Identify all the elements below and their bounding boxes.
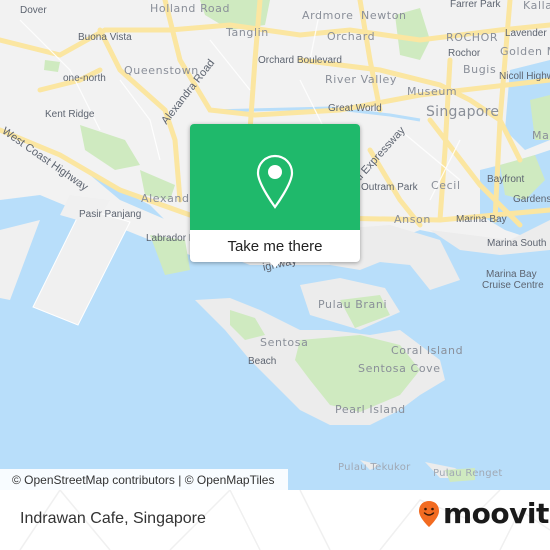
map-label-lavender: Lavender	[505, 28, 547, 39]
map-view[interactable]: Dover Holland Road Buona Vista Tanglin Q…	[0, 0, 550, 490]
map-label-one-north: one-north	[63, 73, 106, 84]
map-label-sentosa: Sentosa	[260, 336, 309, 349]
popup-header[interactable]	[190, 124, 360, 230]
map-label-marina-bay-cruise-1: Marina Bay	[486, 269, 537, 280]
map-label-rochor-district: ROCHOR	[446, 31, 499, 44]
moovit-wordmark: moovit	[443, 497, 549, 530]
map-label-labrador: Labrador P	[146, 233, 196, 244]
map-label-marina-south-pier: Marina South Pi	[487, 238, 550, 249]
map-label-newton: Newton	[361, 9, 407, 22]
map-label-river-valley: River Valley	[325, 73, 397, 86]
footer: Indrawan Cafe, Singapore moovit	[0, 490, 550, 550]
map-label-museum: Museum	[407, 85, 458, 98]
map-label-beach: Beach	[248, 356, 277, 367]
map-label-pearl-island: Pearl Island	[335, 403, 406, 416]
take-me-there-button[interactable]: Take me there	[190, 230, 360, 262]
map-label-anson: Anson	[394, 213, 431, 226]
map-label-ardmore: Ardmore	[302, 9, 354, 22]
map-label-outram-park: Outram Park	[361, 182, 418, 193]
map-label-marina-bay: Marina Bay	[456, 214, 507, 225]
map-label-singapore: Singapore	[426, 104, 500, 120]
map-label-tanglin: Tanglin	[226, 26, 269, 39]
map-label-orchard-boulevard: Orchard Boulevard	[258, 55, 342, 66]
map-label-pasir-panjang: Pasir Panjang	[79, 209, 142, 220]
map-label-marina: Mar	[532, 129, 550, 142]
map-label-dover: Dover	[20, 5, 47, 16]
moovit-logo[interactable]: moovit	[418, 500, 549, 528]
map-label-buona-vista: Buona Vista	[78, 32, 132, 43]
map-label-nicoll-highway: Nicoll Highw	[499, 71, 550, 82]
map-label-marina-bay-cruise-2: Cruise Centre	[482, 280, 544, 291]
map-label-rochor: Rochor	[448, 48, 481, 59]
popup-pointer	[268, 260, 282, 268]
map-label-coral-island: Coral Island	[391, 344, 464, 357]
moovit-pin-smile-icon	[419, 501, 439, 527]
map-label-gardens: Gardens	[513, 194, 550, 205]
place-name: Indrawan Cafe, Singapore	[20, 510, 206, 527]
map-label-pulau-tekukor: Pulau Tekukor	[338, 462, 411, 473]
map-label-kent-ridge: Kent Ridge	[45, 109, 95, 120]
map-pin-icon	[256, 154, 294, 209]
map-label-cecil: Cecil	[431, 179, 461, 192]
map-label-great-world: Great World	[328, 103, 382, 114]
map-label-golden-mile: Golden M	[500, 45, 550, 58]
map-label-farrer-park: Farrer Park	[450, 0, 501, 10]
map-label-orchard: Orchard	[327, 30, 376, 43]
map-label-pulau-brani: Pulau Brani	[318, 298, 388, 311]
map-label-kallang: Kalla	[523, 0, 550, 12]
map-label-pulau-renget: Pulau Renget	[433, 468, 503, 479]
map-attribution[interactable]: © OpenStreetMap contributors | © OpenMap…	[0, 469, 289, 490]
map-label-alexandra: Alexandr	[141, 192, 195, 205]
map-label-holland-road: Holland Road	[150, 2, 231, 15]
map-label-bayfront: Bayfront	[487, 174, 525, 185]
location-popup[interactable]: Take me there	[190, 124, 360, 268]
map-label-bugis: Bugis	[463, 63, 497, 76]
map-label-queenstown: Queenstown	[124, 64, 199, 77]
map-label-sentosa-cove: Sentosa Cove	[358, 362, 441, 375]
